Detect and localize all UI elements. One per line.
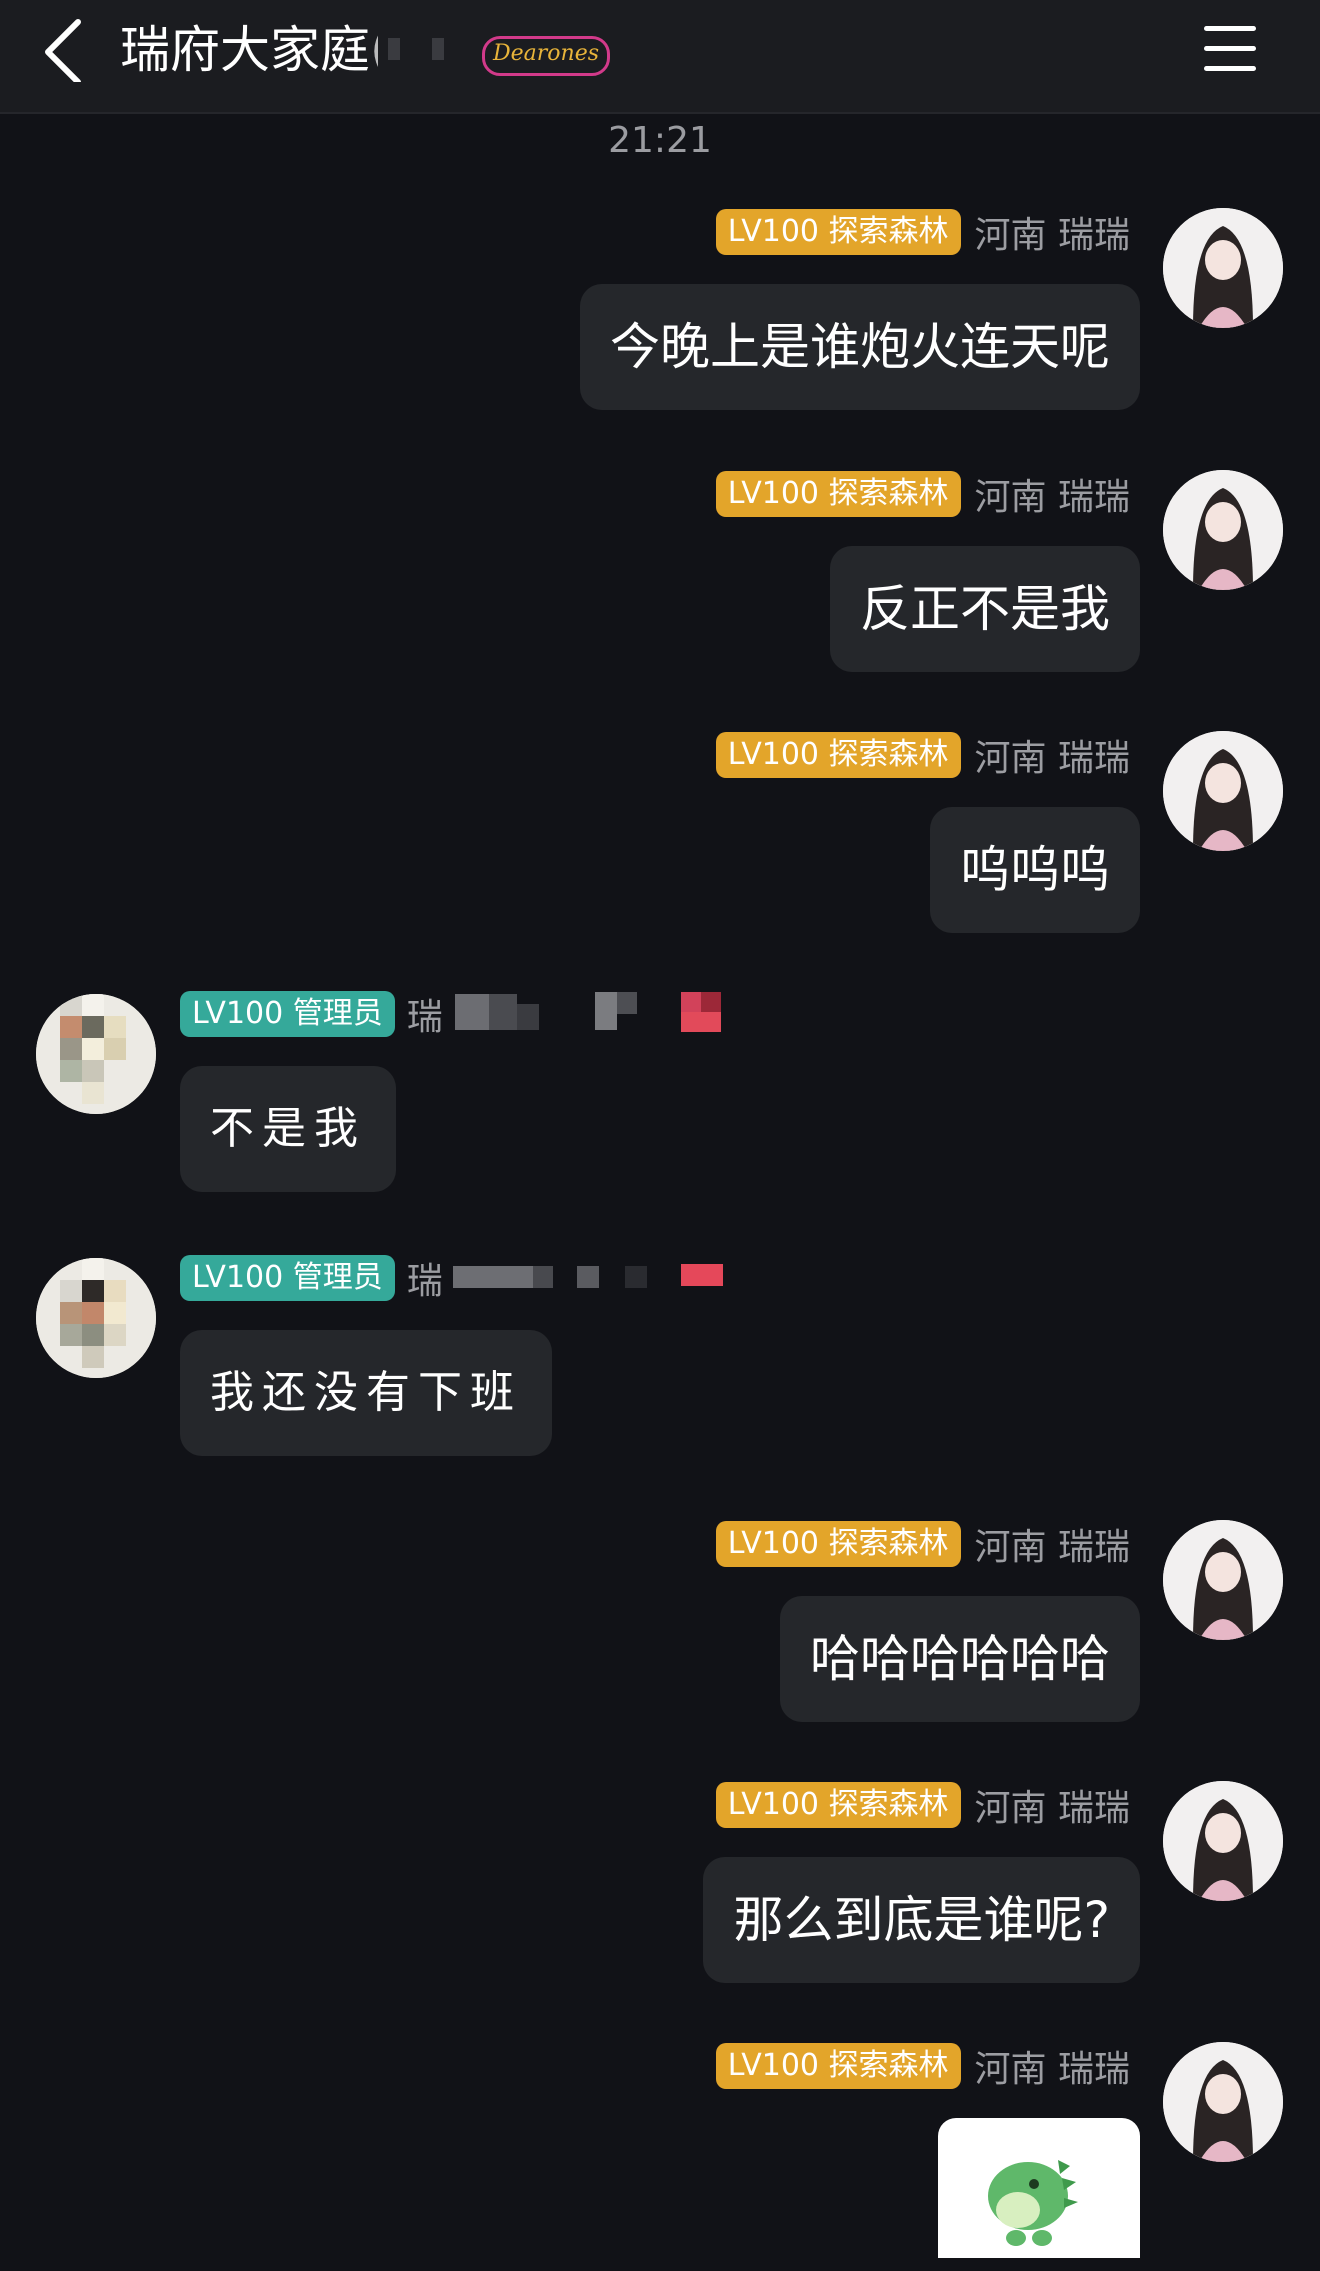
message-bubble[interactable]: 哈哈哈哈哈哈 (780, 1596, 1140, 1722)
message-row: LV100 探索森林 河南 瑞瑞 那么到底是谁呢? (0, 1781, 1320, 1991)
sender-name[interactable]: 瑞 (407, 1252, 443, 1304)
chat-title[interactable]: 瑞府大家庭( (120, 18, 390, 82)
message-row: LV100 管理员 瑞 我还没有下班 (0, 1254, 1320, 1464)
avatar[interactable] (36, 994, 156, 1114)
sender-name[interactable]: 河南 瑞瑞 (975, 1518, 1130, 1570)
sender-name[interactable]: 瑞 (407, 988, 443, 1040)
sender-name[interactable]: 河南 瑞瑞 (975, 468, 1130, 520)
level-badge: LV100 探索森林 (715, 732, 961, 778)
message-row: LV100 探索森林 河南 瑞瑞 (0, 2042, 1320, 2271)
message-bubble[interactable]: 反正不是我 (830, 546, 1140, 672)
title-redaction (378, 24, 474, 76)
avatar[interactable] (1163, 1781, 1283, 1901)
sender-name[interactable]: 河南 瑞瑞 (975, 206, 1130, 258)
avatar[interactable] (1163, 2042, 1283, 2162)
message-row: LV100 探索森林 河南 瑞瑞 今晚上是谁炮火连天呢 (0, 208, 1320, 418)
message-row: LV100 探索森林 河南 瑞瑞 反正不是我 (0, 470, 1320, 680)
level-badge: LV100 探索森林 (715, 2043, 961, 2089)
menu-button[interactable] (1200, 24, 1260, 72)
sender-name[interactable]: 河南 瑞瑞 (975, 1779, 1130, 1831)
group-logo: Dearones (482, 36, 611, 76)
message-meta: LV100 探索森林 河南 瑞瑞 (715, 1779, 1130, 1831)
message-bubble[interactable]: 不是我 (180, 1066, 396, 1192)
avatar[interactable] (36, 1258, 156, 1378)
message-meta: LV100 探索森林 河南 瑞瑞 (715, 468, 1130, 520)
message-bubble[interactable]: 那么到底是谁呢? (703, 1857, 1140, 1983)
avatar[interactable] (1163, 208, 1283, 328)
level-badge: LV100 探索森林 (715, 471, 961, 517)
chat-title-text: 瑞府大家庭 (120, 21, 370, 79)
avatar[interactable] (1163, 470, 1283, 590)
message-bubble[interactable]: 今晚上是谁炮火连天呢 (580, 284, 1140, 410)
chat-header: 瑞府大家庭( Dearones (0, 0, 1320, 114)
level-badge: LV100 探索森林 (715, 209, 961, 255)
redacted-name (445, 990, 735, 1038)
sticker-message[interactable] (938, 2118, 1140, 2258)
message-bubble[interactable]: 我还没有下班 (180, 1330, 552, 1456)
green-dinosaur-sticker-icon (988, 2160, 1078, 2246)
chevron-left-icon (45, 19, 81, 85)
level-badge: LV100 探索森林 (715, 1521, 961, 1567)
role-badge: LV100 管理员 (180, 1255, 395, 1301)
sender-name[interactable]: 河南 瑞瑞 (975, 2040, 1130, 2092)
message-meta: LV100 探索森林 河南 瑞瑞 (715, 729, 1130, 781)
message-row: LV100 管理员 瑞 不是我 (0, 990, 1320, 1200)
message-timestamp: 21:21 (608, 120, 712, 161)
avatar[interactable] (1163, 731, 1283, 851)
avatar[interactable] (1163, 1520, 1283, 1640)
message-meta: LV100 管理员 瑞 (180, 1254, 735, 1302)
back-button[interactable] (40, 18, 100, 85)
sender-name[interactable]: 河南 瑞瑞 (975, 729, 1130, 781)
role-badge: LV100 管理员 (180, 991, 395, 1037)
message-meta: LV100 探索森林 河南 瑞瑞 (715, 206, 1130, 258)
message-row: LV100 探索森林 河南 瑞瑞 哈哈哈哈哈哈 (0, 1520, 1320, 1730)
redacted-name (445, 1254, 735, 1302)
message-meta: LV100 探索森林 河南 瑞瑞 (715, 1518, 1130, 1570)
message-meta: LV100 探索森林 河南 瑞瑞 (715, 2040, 1130, 2092)
message-bubble[interactable]: 呜呜呜 (930, 807, 1140, 933)
message-row: LV100 探索森林 河南 瑞瑞 呜呜呜 (0, 731, 1320, 941)
message-meta: LV100 管理员 瑞 (180, 990, 735, 1038)
level-badge: LV100 探索森林 (715, 1782, 961, 1828)
